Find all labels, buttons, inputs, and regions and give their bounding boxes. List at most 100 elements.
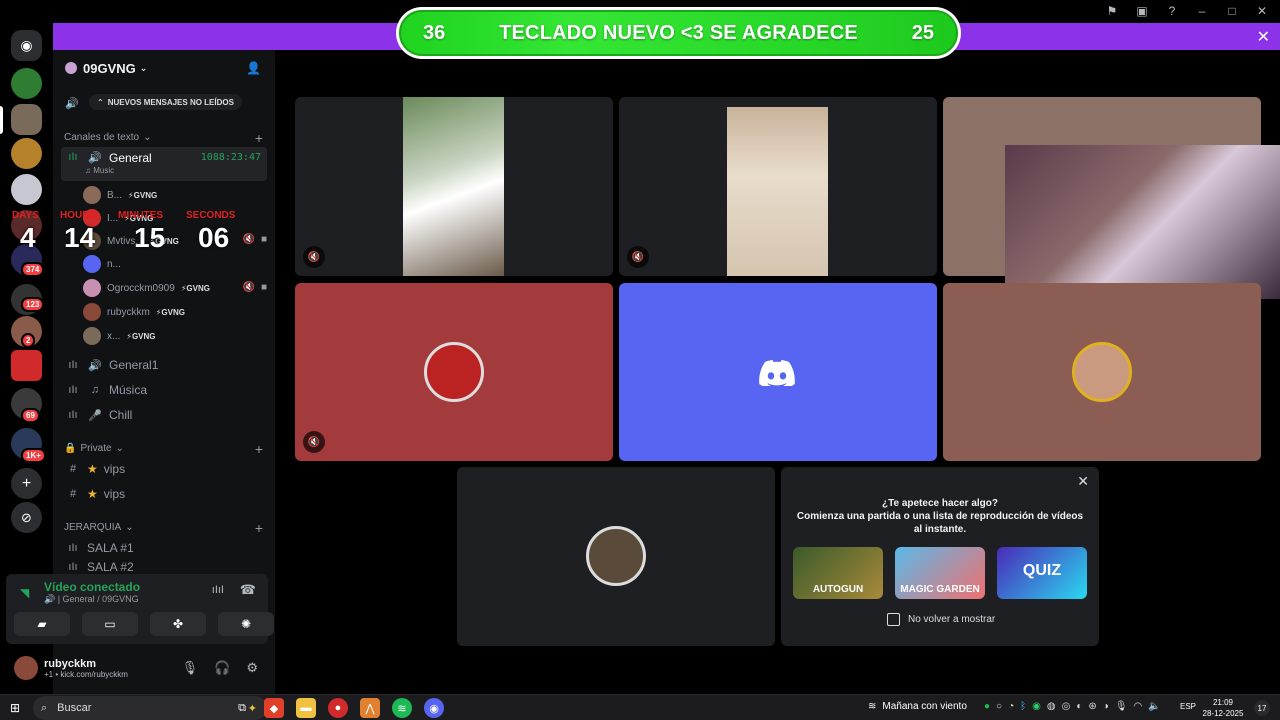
obs-icon[interactable]: ●	[328, 698, 348, 718]
window-controls: ⚑ ▣ ? – □ ✕	[1104, 3, 1270, 19]
unread-pill[interactable]: ⌃ NUEVOS MENSAJES NO LEÍDOS	[89, 94, 242, 110]
close-icon[interactable]: ✕	[1077, 473, 1089, 490]
wifi-icon[interactable]: ◠	[1134, 701, 1143, 712]
voice-channel-chill[interactable]: ıIı 🎤 Chill	[61, 403, 267, 427]
tray-icon[interactable]: ◑	[1103, 701, 1109, 712]
add-channel-icon[interactable]: +	[255, 520, 263, 536]
tray-icon[interactable]: ◍	[1047, 701, 1056, 712]
minimize-icon[interactable]: –	[1194, 3, 1210, 19]
steam-icon[interactable]: ◎	[1062, 701, 1071, 712]
voice-channel-general[interactable]: ıIı 🔊 General 1088:23:47 ♫ Music	[61, 147, 267, 181]
voice-user[interactable]: n...	[83, 254, 121, 274]
volume-icon[interactable]: 🔈	[1148, 701, 1160, 712]
muted-icon: 🔇	[303, 431, 325, 453]
text-channel-vips-2[interactable]: # ★ vips	[61, 482, 267, 506]
server-icon-5[interactable]	[11, 210, 42, 241]
discord-taskbar-icon[interactable]: ◉	[424, 698, 444, 718]
add-server-icon[interactable]: +	[11, 468, 42, 499]
discord-logo-icon	[759, 360, 795, 386]
discord-home-icon[interactable]: ◉	[11, 30, 42, 61]
dont-show-again[interactable]: No volver a mostrar	[887, 613, 995, 626]
tray-icon[interactable]: ⊛	[1088, 701, 1096, 712]
category-text-channels[interactable]: Canales de texto ⌄	[64, 132, 151, 143]
gear-icon[interactable]: ⚙	[246, 660, 258, 676]
disconnect-icon[interactable]: ☎	[240, 582, 256, 598]
app-icon[interactable]: ⋀	[360, 698, 380, 718]
spotify-icon[interactable]: ≋	[392, 698, 412, 718]
noise-suppression-icon[interactable]: ıIıI	[212, 584, 224, 596]
game-card[interactable]: AUTOGUN	[793, 547, 883, 599]
tray-icon[interactable]: ◔	[1008, 701, 1014, 712]
microphone-icon[interactable]: 🎙	[1115, 701, 1128, 712]
camera-off-button[interactable]: ▰	[14, 612, 70, 636]
add-channel-icon[interactable]: +	[255, 130, 263, 146]
avatar-tile[interactable]	[943, 283, 1261, 461]
game-card[interactable]: QUIZ	[997, 547, 1087, 599]
close-notice-icon[interactable]: ✕	[1257, 27, 1270, 47]
avatar-tile[interactable]	[457, 467, 775, 646]
channel-name: General1	[109, 358, 159, 372]
system-tray: ● ○ ◔ ᛒ ◉ ◍ ◎ ◐ ⊛ ◑ 🎙 ◠ 🔈	[984, 701, 1161, 712]
server-icon-frog[interactable]	[11, 68, 42, 99]
voice-user[interactable]: x... ⚡GVNG	[83, 326, 156, 346]
voice-channel-musica[interactable]: ıIı ♫ Música	[61, 378, 267, 402]
headphones-icon[interactable]: 🎧	[214, 660, 230, 676]
bluetooth-icon[interactable]: ᛒ	[1020, 701, 1026, 712]
voice-user[interactable]: rubyckkm ⚡GVNG	[83, 302, 185, 322]
speaker-icon: 🔊	[88, 152, 102, 164]
invite-people-icon[interactable]: 👤	[246, 61, 261, 75]
add-channel-icon[interactable]: +	[255, 441, 263, 457]
server-icon-rubyckkm[interactable]	[11, 138, 42, 169]
tray-icon[interactable]: ○	[996, 701, 1002, 712]
server-icon-09gvng[interactable]	[11, 104, 42, 135]
microphone-icon[interactable]: 🎙	[182, 660, 199, 676]
help-icon[interactable]: ?	[1164, 3, 1180, 19]
brave-icon[interactable]: ◆	[264, 698, 284, 718]
close-window-icon[interactable]: ✕	[1254, 3, 1270, 19]
soundboard-button[interactable]: ✺	[218, 612, 274, 636]
user-info[interactable]: rubyckkm +1 • kick.com/rubyckkm	[38, 658, 128, 679]
spotify-tray-icon[interactable]: ●	[984, 701, 990, 712]
voice-channel-sala1[interactable]: ıIı SALA #1	[61, 536, 267, 560]
task-view-icon[interactable]: ⧉	[232, 698, 252, 718]
taskbar-weather[interactable]: ≋ Mañana con viento	[868, 701, 967, 712]
server-header[interactable]: 09GVNG ⌄ 👤	[53, 50, 275, 86]
voice-user[interactable]: B... ⚡GVNG	[83, 185, 157, 205]
discover-icon[interactable]: ⊘	[11, 502, 42, 533]
checkbox[interactable]	[887, 613, 900, 626]
inbox-flag-icon[interactable]: ⚑	[1104, 3, 1120, 19]
category-jerarquia[interactable]: JERARQUIA ⌄	[64, 522, 134, 533]
screen-share-button[interactable]: ▭	[82, 612, 138, 636]
server-icon-4[interactable]	[11, 174, 42, 205]
video-tile[interactable]: 🔇	[295, 97, 613, 276]
file-explorer-icon[interactable]: ▬	[296, 698, 316, 718]
avatar-tile[interactable]: 🔇	[295, 283, 613, 461]
maximize-icon[interactable]: □	[1224, 3, 1240, 19]
banner-right-number: 25	[911, 21, 934, 44]
activities-button[interactable]: ✤	[150, 612, 206, 636]
notifications-icon[interactable]: 17	[1254, 700, 1270, 716]
voice-channel-sala2[interactable]: ıIı SALA #2	[61, 561, 267, 573]
text-channel-vips[interactable]: # ★ vips	[61, 457, 267, 481]
clock-time: 21:09	[1212, 698, 1234, 707]
voice-user[interactable]: Mvtivs... ⚡GVNG	[83, 231, 179, 251]
game-card[interactable]: MAGIC GARDEN	[895, 547, 985, 599]
video-tile[interactable]: 🔇	[619, 97, 937, 276]
server-icon-9[interactable]	[11, 350, 42, 381]
user-tag: ⚡GVNG	[180, 283, 210, 293]
avatar[interactable]	[14, 656, 38, 680]
whatsapp-icon[interactable]: ◉	[1032, 701, 1041, 712]
voice-user[interactable]: Ogrocckm0909 ⚡GVNG	[83, 278, 210, 298]
screen-icon[interactable]: ▣	[1134, 3, 1150, 19]
voice-channel-general1[interactable]: ıIı 🔊 General1	[61, 353, 267, 377]
windows-start-icon[interactable]: ⊞	[10, 701, 20, 715]
taskbar-clock[interactable]: 21:09 28-12-2025	[1200, 697, 1246, 719]
tray-icon[interactable]: ◐	[1076, 701, 1082, 712]
unread-label: NUEVOS MENSAJES NO LEÍDOS	[107, 97, 234, 107]
voice-user[interactable]: I... ⚡GVNG	[83, 208, 153, 228]
lock-icon: 🔒	[64, 443, 77, 454]
avatar-tile[interactable]	[619, 283, 937, 461]
category-private[interactable]: 🔒 Private ⌄	[64, 443, 124, 454]
camera-icon: ■	[260, 234, 267, 245]
language-indicator[interactable]: ESP	[1180, 702, 1196, 711]
